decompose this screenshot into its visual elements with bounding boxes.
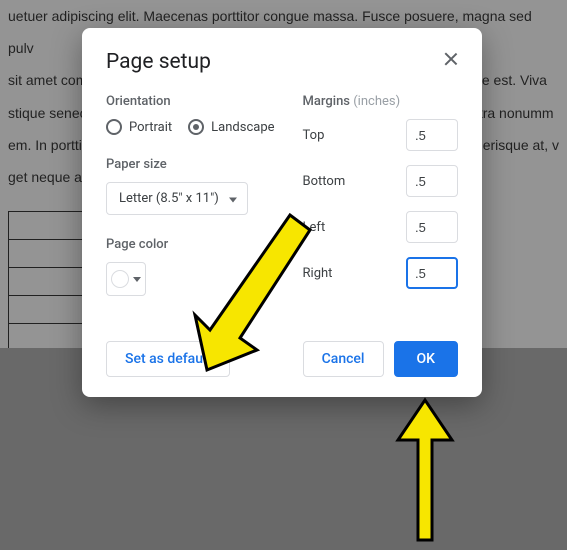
close-icon[interactable] [442,50,460,68]
margin-bottom-input[interactable] [406,165,458,197]
orientation-portrait-radio[interactable]: Portrait [106,119,172,135]
chevron-down-icon [133,277,141,282]
right-column: Margins (inches) Top Bottom Left Right [303,94,458,303]
paper-size-select[interactable]: Letter (8.5" x 11") [106,182,248,215]
color-swatch-icon [111,270,129,288]
page-setup-dialog: Page setup Orientation Portrait Landscap… [82,28,482,397]
margin-left-input[interactable] [406,211,458,243]
cancel-button[interactable]: Cancel [303,341,384,377]
radio-icon [188,119,204,135]
ok-button[interactable]: OK [394,341,459,377]
paper-size-label: Paper size [106,157,275,172]
page-color-select[interactable] [106,262,146,296]
margin-top-input[interactable] [406,119,458,151]
margin-right-input[interactable] [406,257,458,289]
orientation-landscape-radio[interactable]: Landscape [188,119,274,135]
orientation-label: Orientation [106,94,275,109]
margins-label: Margins (inches) [303,94,458,109]
radio-icon [106,119,122,135]
dialog-footer: Set as default Cancel OK [106,341,458,377]
left-column: Orientation Portrait Landscape Paper siz… [106,94,275,303]
margin-right-label: Right [303,266,333,281]
chevron-down-icon [229,197,237,202]
margin-left-label: Left [303,220,326,235]
set-as-default-button[interactable]: Set as default [106,341,230,377]
margin-bottom-label: Bottom [303,174,346,189]
dialog-title: Page setup [106,50,458,74]
margin-top-label: Top [303,128,325,143]
page-color-label: Page color [106,237,275,252]
